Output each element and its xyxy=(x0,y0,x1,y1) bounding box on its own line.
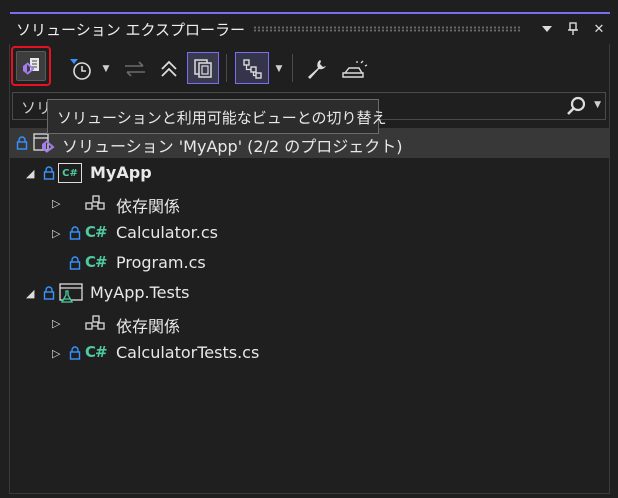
tree-item-dependencies[interactable]: ▷ 依存関係 xyxy=(10,308,610,338)
properties-button[interactable] xyxy=(304,56,330,82)
collapse-all-icon xyxy=(161,60,177,77)
tree-item-label: 依存関係 xyxy=(116,317,181,336)
close-button[interactable]: ✕ xyxy=(588,18,610,40)
lock-icon xyxy=(43,286,55,300)
sync-icon xyxy=(125,61,145,77)
pin-icon xyxy=(568,22,578,35)
show-all-files-icon xyxy=(194,59,212,78)
tree-view-dropdown[interactable]: ▼ xyxy=(273,62,285,76)
tooltip: ソリューションと利用可能なビューとの切り替え xyxy=(47,99,387,134)
lock-icon xyxy=(69,226,81,240)
tree-item-label: 依存関係 xyxy=(116,197,181,216)
tree-item-project-myapp-tests[interactable]: ◢ MyApp.Tests xyxy=(10,278,610,308)
csharp-project-icon: C# xyxy=(58,163,82,183)
csharp-file-icon: C# xyxy=(85,253,108,271)
search-icon[interactable] xyxy=(565,96,587,116)
test-project-icon xyxy=(58,282,84,304)
pending-changes-filter-icon xyxy=(70,59,91,80)
preview-selected-icon xyxy=(342,60,368,78)
tree-item-label: Calculator.cs xyxy=(116,223,218,242)
collapsed-arrow-icon[interactable]: ▷ xyxy=(52,197,60,210)
chevron-down-icon xyxy=(542,26,552,32)
collapsed-arrow-icon[interactable]: ▷ xyxy=(52,347,60,360)
close-icon: ✕ xyxy=(593,21,605,37)
toolbar-separator xyxy=(292,54,293,82)
tree-item-label: CalculatorTests.cs xyxy=(116,343,260,362)
expanded-arrow-icon[interactable]: ◢ xyxy=(26,167,34,180)
sync-with-active-document-button[interactable] xyxy=(122,58,148,80)
lock-icon xyxy=(43,166,55,180)
tree-view-button[interactable] xyxy=(235,52,269,84)
tree-view-icon xyxy=(243,59,262,79)
wrench-icon xyxy=(308,60,326,79)
tree-item-label: ソリューション 'MyApp' (2/2 のプロジェクト) xyxy=(62,137,403,156)
dependencies-icon xyxy=(84,314,106,332)
panel-titlebar: ソリューション エクスプローラー ✕ xyxy=(10,14,610,44)
tree-item-dependencies[interactable]: ▷ 依存関係 xyxy=(10,188,610,218)
tree-item-project-myapp[interactable]: ◢ C# MyApp xyxy=(10,158,610,188)
collapse-all-button[interactable] xyxy=(156,56,182,82)
expanded-arrow-icon[interactable]: ◢ xyxy=(26,287,34,300)
tree-item-label: MyApp.Tests xyxy=(90,283,190,302)
pending-changes-filter-button[interactable] xyxy=(68,56,94,82)
switch-views-button[interactable] xyxy=(11,46,51,86)
lock-icon xyxy=(69,346,81,360)
csharp-project-badge: C# xyxy=(62,167,78,179)
toolbar: ▼ ▼ xyxy=(10,44,610,90)
chevron-down-icon: ▼ xyxy=(275,64,283,74)
switch-views-button-face xyxy=(16,51,46,81)
visual-studio-icon xyxy=(23,58,39,75)
tree-item-label: Program.cs xyxy=(116,253,206,272)
csharp-file-icon: C# xyxy=(85,223,108,241)
pending-changes-filter-dropdown[interactable]: ▼ xyxy=(100,62,112,76)
show-all-files-button[interactable] xyxy=(187,52,219,84)
lock-icon xyxy=(69,256,81,270)
panel-title: ソリューション エクスプローラー xyxy=(16,20,246,39)
tree-item-file[interactable]: ▷ C# Calculator.cs xyxy=(10,218,610,248)
collapsed-arrow-icon[interactable]: ▷ xyxy=(52,317,60,330)
tree-item-label: MyApp xyxy=(90,163,152,182)
dependencies-icon xyxy=(84,194,106,212)
tree-item-file[interactable]: C# Program.cs xyxy=(10,248,610,278)
window-position-dropdown-button[interactable] xyxy=(536,18,558,40)
csharp-file-icon: C# xyxy=(85,343,108,361)
solution-icon xyxy=(32,132,56,154)
tree-item-file[interactable]: ▷ C# CalculatorTests.cs xyxy=(10,338,610,368)
collapsed-arrow-icon[interactable]: ▷ xyxy=(52,227,60,240)
search-options-dropdown[interactable]: ▼ xyxy=(594,100,601,110)
preview-selected-items-button[interactable] xyxy=(340,56,370,82)
drag-handle[interactable] xyxy=(253,26,522,32)
chevron-down-icon: ▼ xyxy=(102,64,110,74)
pin-button[interactable] xyxy=(562,18,584,40)
toolbar-separator xyxy=(226,54,227,82)
lock-icon xyxy=(16,136,28,150)
